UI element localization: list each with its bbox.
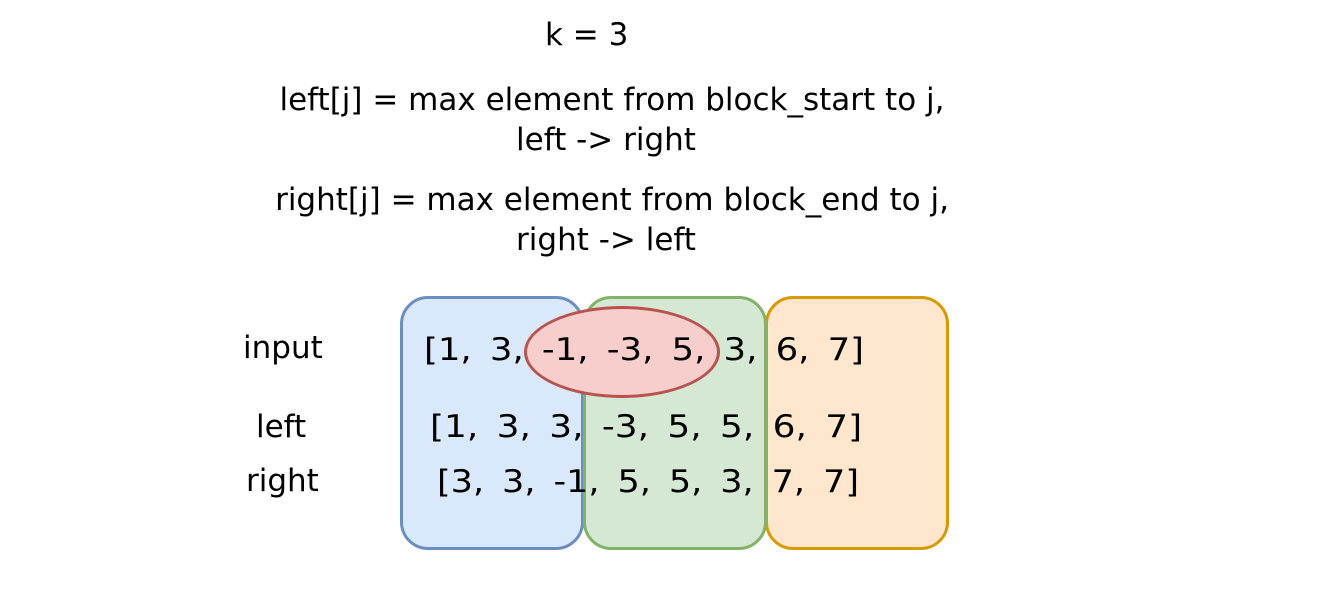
input-label: input — [243, 330, 323, 366]
left-label: left — [256, 409, 307, 445]
diagram-canvas: { "title": "k = 3", "definitions": { "le… — [0, 0, 1320, 602]
input-array: [1, 3, -1, -3, 5, 3, 6, 7] — [424, 332, 865, 368]
left-array: [1, 3, 3, -3, 5, 5, 6, 7] — [430, 409, 863, 445]
left-definition-line1: left[j] = max element from block_start t… — [279, 82, 945, 118]
right-definition-line2: right -> left — [516, 222, 696, 258]
left-definition-line2: left -> right — [516, 122, 696, 158]
k-title: k = 3 — [545, 17, 629, 53]
right-array: [3, 3, -1, 5, 5, 3, 7, 7] — [437, 464, 860, 500]
right-definition-line1: right[j] = max element from block_end to… — [275, 182, 949, 218]
right-label: right — [246, 463, 319, 499]
